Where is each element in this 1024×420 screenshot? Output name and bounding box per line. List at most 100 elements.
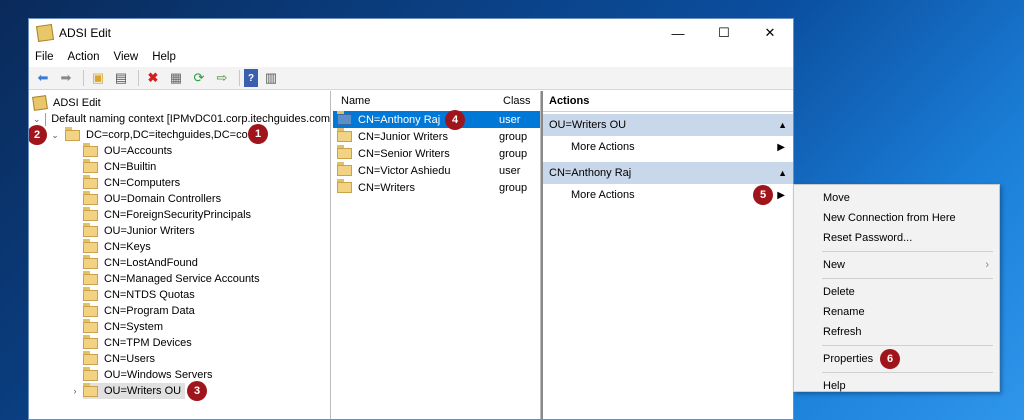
- tree-item-label: OU=Accounts: [104, 145, 173, 157]
- tree-domain[interactable]: ⌄ DC=corp,DC=itechguides,DC=com 1: [29, 124, 330, 144]
- menu-view[interactable]: View: [114, 51, 139, 63]
- menu-bar: File Action View Help: [29, 47, 793, 67]
- menu-item-rename[interactable]: Rename: [794, 302, 999, 322]
- tree-item-selected[interactable]: › OU=Writers OU 3: [29, 381, 330, 401]
- menu-help[interactable]: Help: [152, 51, 176, 63]
- list-row[interactable]: CN=Writers group: [331, 179, 540, 196]
- collapse-icon[interactable]: ⌄: [33, 114, 41, 125]
- callout-badge-4: 4: [445, 110, 465, 130]
- list-name-cell: CN=Senior Writers: [331, 145, 497, 160]
- menu-item-new-label: New: [823, 259, 846, 271]
- list-item-name: CN=Victor Ashiedu: [358, 164, 451, 177]
- menu-item-delete[interactable]: Delete: [794, 282, 999, 302]
- toolbar-separator: [138, 70, 139, 86]
- minimize-button[interactable]: —: [655, 19, 701, 47]
- delete-icon[interactable]: ✖: [143, 69, 163, 87]
- properties-icon[interactable]: ▦: [166, 69, 186, 87]
- list-row[interactable]: CN=Senior Writers group: [331, 145, 540, 162]
- back-icon[interactable]: ⬅: [33, 69, 53, 87]
- menu-separator: [822, 372, 993, 373]
- tree-item[interactable]: OU=Accounts: [29, 142, 330, 159]
- list-header: Name Class: [331, 91, 540, 111]
- help-icon[interactable]: ?: [244, 69, 258, 87]
- list-pane: Name Class CN=Anthony Raj user 4 CN=Juni…: [331, 91, 541, 419]
- forward-icon[interactable]: ➡: [56, 69, 76, 87]
- tree-item-label: CN=Managed Service Accounts: [104, 273, 260, 285]
- action-pane-icon[interactable]: ▥: [261, 69, 281, 87]
- folder-icon: [83, 190, 98, 205]
- tree-item[interactable]: CN=LostAndFound: [29, 254, 330, 271]
- list-row[interactable]: CN=Anthony Raj user 4: [331, 110, 540, 130]
- tree-item[interactable]: CN=Managed Service Accounts: [29, 270, 330, 287]
- more-actions-label: More Actions: [571, 189, 635, 201]
- menu-item-reset-password[interactable]: Reset Password...: [794, 228, 999, 248]
- menu-item-new-connection[interactable]: New Connection from Here: [794, 208, 999, 228]
- menu-item-refresh[interactable]: Refresh: [794, 322, 999, 342]
- tree-item[interactable]: OU=Junior Writers: [29, 222, 330, 239]
- menu-separator: [822, 278, 993, 279]
- tree-item[interactable]: CN=TPM Devices: [29, 334, 330, 351]
- show-hide-tree-icon[interactable]: ▤: [111, 69, 131, 87]
- list-row[interactable]: CN=Victor Ashiedu user: [331, 162, 540, 179]
- tree-item[interactable]: CN=ForeignSecurityPrincipals: [29, 206, 330, 223]
- list-item-class: user: [497, 111, 540, 128]
- tree-context[interactable]: ⌄ Default naming context [IPMvDC01.corp.…: [29, 111, 330, 127]
- maximize-button[interactable]: ☐: [701, 19, 747, 47]
- folder-icon: [83, 270, 98, 285]
- tree-item[interactable]: CN=Users: [29, 350, 330, 367]
- collapse-icon[interactable]: ⌄: [49, 130, 61, 141]
- tree-item-label: OU=Writers OU: [104, 385, 182, 397]
- column-class[interactable]: Class: [501, 95, 531, 107]
- menu-separator: [822, 345, 993, 346]
- tree-item[interactable]: CN=NTDS Quotas: [29, 286, 330, 303]
- list-name-cell: CN=Writers: [331, 179, 497, 194]
- folder-icon: [83, 142, 98, 157]
- more-actions-anthony-raj[interactable]: More Actions ▶ 5: [543, 184, 793, 206]
- menu-item-help[interactable]: Help: [794, 376, 999, 396]
- folder-icon: [83, 238, 98, 253]
- actions-group-writers-ou[interactable]: OU=Writers OU ▲: [543, 114, 793, 136]
- collapse-triangle-icon[interactable]: ▲: [778, 168, 787, 178]
- menu-separator: [822, 251, 993, 252]
- adsi-edit-icon: [32, 95, 48, 111]
- column-name[interactable]: Name: [331, 95, 501, 107]
- list-item-class: user: [499, 164, 521, 177]
- export-icon[interactable]: ⇨: [212, 69, 232, 87]
- actions-group-anthony-raj[interactable]: CN=Anthony Raj ▲: [543, 162, 793, 184]
- more-actions-writers-ou[interactable]: More Actions ▶: [543, 136, 793, 158]
- tree-item[interactable]: OU=Windows Servers: [29, 366, 330, 383]
- refresh-icon[interactable]: ⟳: [189, 69, 209, 87]
- tree-item[interactable]: CN=Computers: [29, 174, 330, 191]
- collapse-triangle-icon[interactable]: ▲: [778, 120, 787, 130]
- list-item-class: group: [499, 130, 528, 143]
- up-folder-icon[interactable]: ▣: [88, 69, 108, 87]
- tree-item[interactable]: OU=Domain Controllers: [29, 190, 330, 207]
- folder-icon: [83, 318, 98, 333]
- menu-item-new[interactable]: New ›: [794, 255, 999, 275]
- title-bar: ADSI Edit — ☐ ✕: [29, 19, 793, 47]
- folder-icon: [83, 382, 98, 397]
- menu-item-properties[interactable]: Properties 6: [794, 349, 999, 369]
- tree-item[interactable]: CN=Builtin: [29, 158, 330, 175]
- more-actions-label: More Actions: [571, 141, 635, 153]
- menu-item-move[interactable]: Move: [794, 188, 999, 208]
- toolbar: ⬅ ➡ ▣ ▤ ✖ ▦ ⟳ ⇨ ? ▥: [29, 67, 793, 90]
- menu-file[interactable]: File: [35, 51, 54, 63]
- expand-icon[interactable]: ›: [69, 386, 81, 396]
- selected-row-highlight: CN=Anthony Raj: [333, 111, 497, 128]
- window-controls: — ☐ ✕: [655, 19, 793, 47]
- tree-root[interactable]: ADSI Edit: [29, 95, 330, 111]
- tree-item-label: CN=TPM Devices: [104, 337, 192, 349]
- menu-action[interactable]: Action: [68, 51, 100, 63]
- tree-item[interactable]: CN=Keys: [29, 238, 330, 255]
- tree-item[interactable]: CN=System: [29, 318, 330, 335]
- callout-badge-6: 6: [880, 349, 900, 369]
- close-button[interactable]: ✕: [747, 19, 793, 47]
- tree-item-label: CN=Computers: [104, 177, 181, 189]
- tree-item-label: CN=System: [104, 321, 163, 333]
- list-row[interactable]: CN=Junior Writers group: [331, 128, 540, 145]
- tree-item[interactable]: CN=Program Data: [29, 302, 330, 319]
- callout-badge-1: 1: [248, 124, 268, 144]
- tree-item-label: CN=LostAndFound: [104, 257, 198, 269]
- window-title: ADSI Edit: [59, 26, 112, 40]
